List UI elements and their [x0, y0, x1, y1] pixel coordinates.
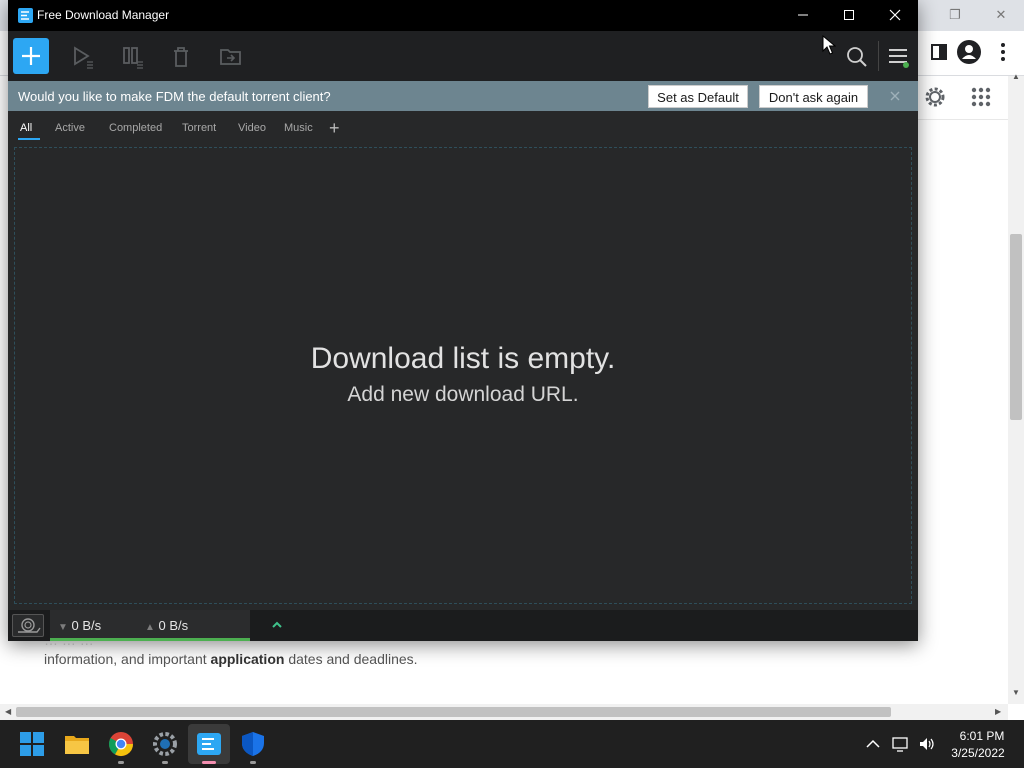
snail-icon [18, 618, 41, 633]
browser-restore-button[interactable]: ❐ [940, 4, 970, 26]
search-icon[interactable] [844, 44, 870, 70]
volume-icon[interactable] [918, 736, 936, 752]
close-icon[interactable] [888, 89, 902, 103]
speed-indicator[interactable]: ▼ 0 B/s ▲ 0 B/s [50, 610, 282, 641]
kebab-menu-icon[interactable] [990, 39, 1016, 65]
upload-speed: ▲ 0 B/s [145, 618, 188, 633]
active-tab-indicator [18, 138, 40, 140]
defender-icon[interactable] [239, 730, 267, 758]
clock-date[interactable]: 3/25/2022 [946, 746, 1010, 760]
plus-icon [22, 47, 40, 65]
hamburger-menu-icon[interactable] [885, 44, 911, 70]
defender-running-indicator [250, 761, 256, 764]
window-title: Free Download Manager [37, 8, 170, 22]
set-as-default-button[interactable]: Set as Default [648, 85, 748, 108]
apps-grid-icon[interactable] [969, 85, 993, 109]
fdm-running-indicator [202, 761, 216, 764]
vertical-scroll-thumb[interactable] [1010, 234, 1022, 420]
tab-video[interactable]: Video [238, 122, 266, 134]
toolbar-separator [878, 41, 879, 71]
fdm-titlebar[interactable]: Free Download Manager [8, 0, 918, 31]
add-tab-plus-icon[interactable]: + [329, 118, 340, 139]
scroll-down-arrow-icon[interactable]: ▼ [1012, 688, 1020, 697]
chevron-up-icon[interactable] [270, 618, 284, 632]
scroll-right-arrow-icon[interactable]: ▶ [995, 707, 1001, 716]
tab-all[interactable]: All [20, 122, 32, 134]
download-speed: ▼ 0 B/s [58, 618, 101, 633]
upload-arrow-icon: ▲ [145, 622, 155, 633]
start-icon[interactable] [18, 730, 46, 758]
empty-list-title: Download list is empty. [310, 342, 616, 375]
page-text-line: information, and important application d… [44, 651, 418, 667]
chevron-up-icon[interactable] [864, 736, 882, 752]
folder-move-icon[interactable] [218, 44, 244, 70]
page-text-segment: information, and important [44, 651, 211, 667]
horizontal-scroll-thumb[interactable] [16, 707, 891, 717]
settings-icon[interactable] [151, 730, 179, 758]
default-client-notice: Would you like to make FDM the default t… [8, 81, 918, 111]
close-button[interactable] [872, 0, 918, 31]
add-download-button[interactable] [13, 38, 49, 74]
fdm-toolbar [8, 31, 918, 81]
scroll-up-arrow-icon[interactable]: ▲ [1012, 72, 1020, 81]
tab-active[interactable]: Active [55, 122, 85, 134]
horizontal-scrollbar[interactable]: ◀ ▶ [0, 704, 1008, 720]
tab-completed[interactable]: Completed [109, 122, 162, 134]
network-icon[interactable] [892, 736, 910, 752]
settings-running-indicator [162, 761, 168, 764]
status-bar: ▼ 0 B/s ▲ 0 B/s [8, 610, 918, 641]
gear-icon[interactable] [923, 85, 947, 109]
trash-icon[interactable] [168, 44, 194, 70]
dont-ask-again-button[interactable]: Don't ask again [759, 85, 868, 108]
fdm-logo-icon [18, 8, 33, 23]
taskbar: 6:01 PM 3/25/2022 [0, 720, 1024, 768]
tab-torrent[interactable]: Torrent [182, 122, 216, 134]
chrome-running-indicator [118, 761, 124, 764]
upload-speed-value: 0 B/s [158, 618, 189, 633]
chrome-icon[interactable] [107, 730, 135, 758]
download-arrow-icon: ▼ [58, 622, 68, 633]
pause-icon[interactable] [120, 44, 146, 70]
tab-music[interactable]: Music [284, 122, 313, 134]
maximize-icon [844, 10, 854, 20]
empty-list-subtitle: Add new download URL. [347, 383, 579, 406]
notice-text: Would you like to make FDM the default t… [18, 89, 331, 104]
clock-time[interactable]: 6:01 PM [950, 729, 1014, 743]
snail-mode-button[interactable] [12, 614, 44, 637]
page-text-segment: dates and deadlines. [284, 651, 418, 667]
close-icon [889, 9, 901, 21]
mouse-cursor-icon [822, 35, 836, 55]
vertical-scrollbar[interactable]: ▲ ▼ [1008, 72, 1024, 704]
minimize-icon [798, 14, 808, 16]
file-explorer-icon[interactable] [63, 730, 91, 758]
fdm-window: Free Download Manager Would you like to … [8, 0, 918, 641]
maximize-button[interactable] [826, 0, 872, 31]
browser-close-button[interactable]: ✕ [986, 4, 1016, 26]
filter-tabs: All Active Completed Torrent Video Music… [8, 111, 918, 145]
scroll-left-arrow-icon[interactable]: ◀ [5, 707, 11, 716]
fdm-icon[interactable] [195, 730, 223, 758]
download-speed-value: 0 B/s [71, 618, 102, 633]
page-text-bold: application [210, 651, 285, 667]
play-icon[interactable] [71, 44, 97, 70]
profile-icon[interactable] [956, 39, 982, 65]
side-panel-icon[interactable] [926, 39, 952, 65]
minimize-button[interactable] [780, 0, 826, 31]
